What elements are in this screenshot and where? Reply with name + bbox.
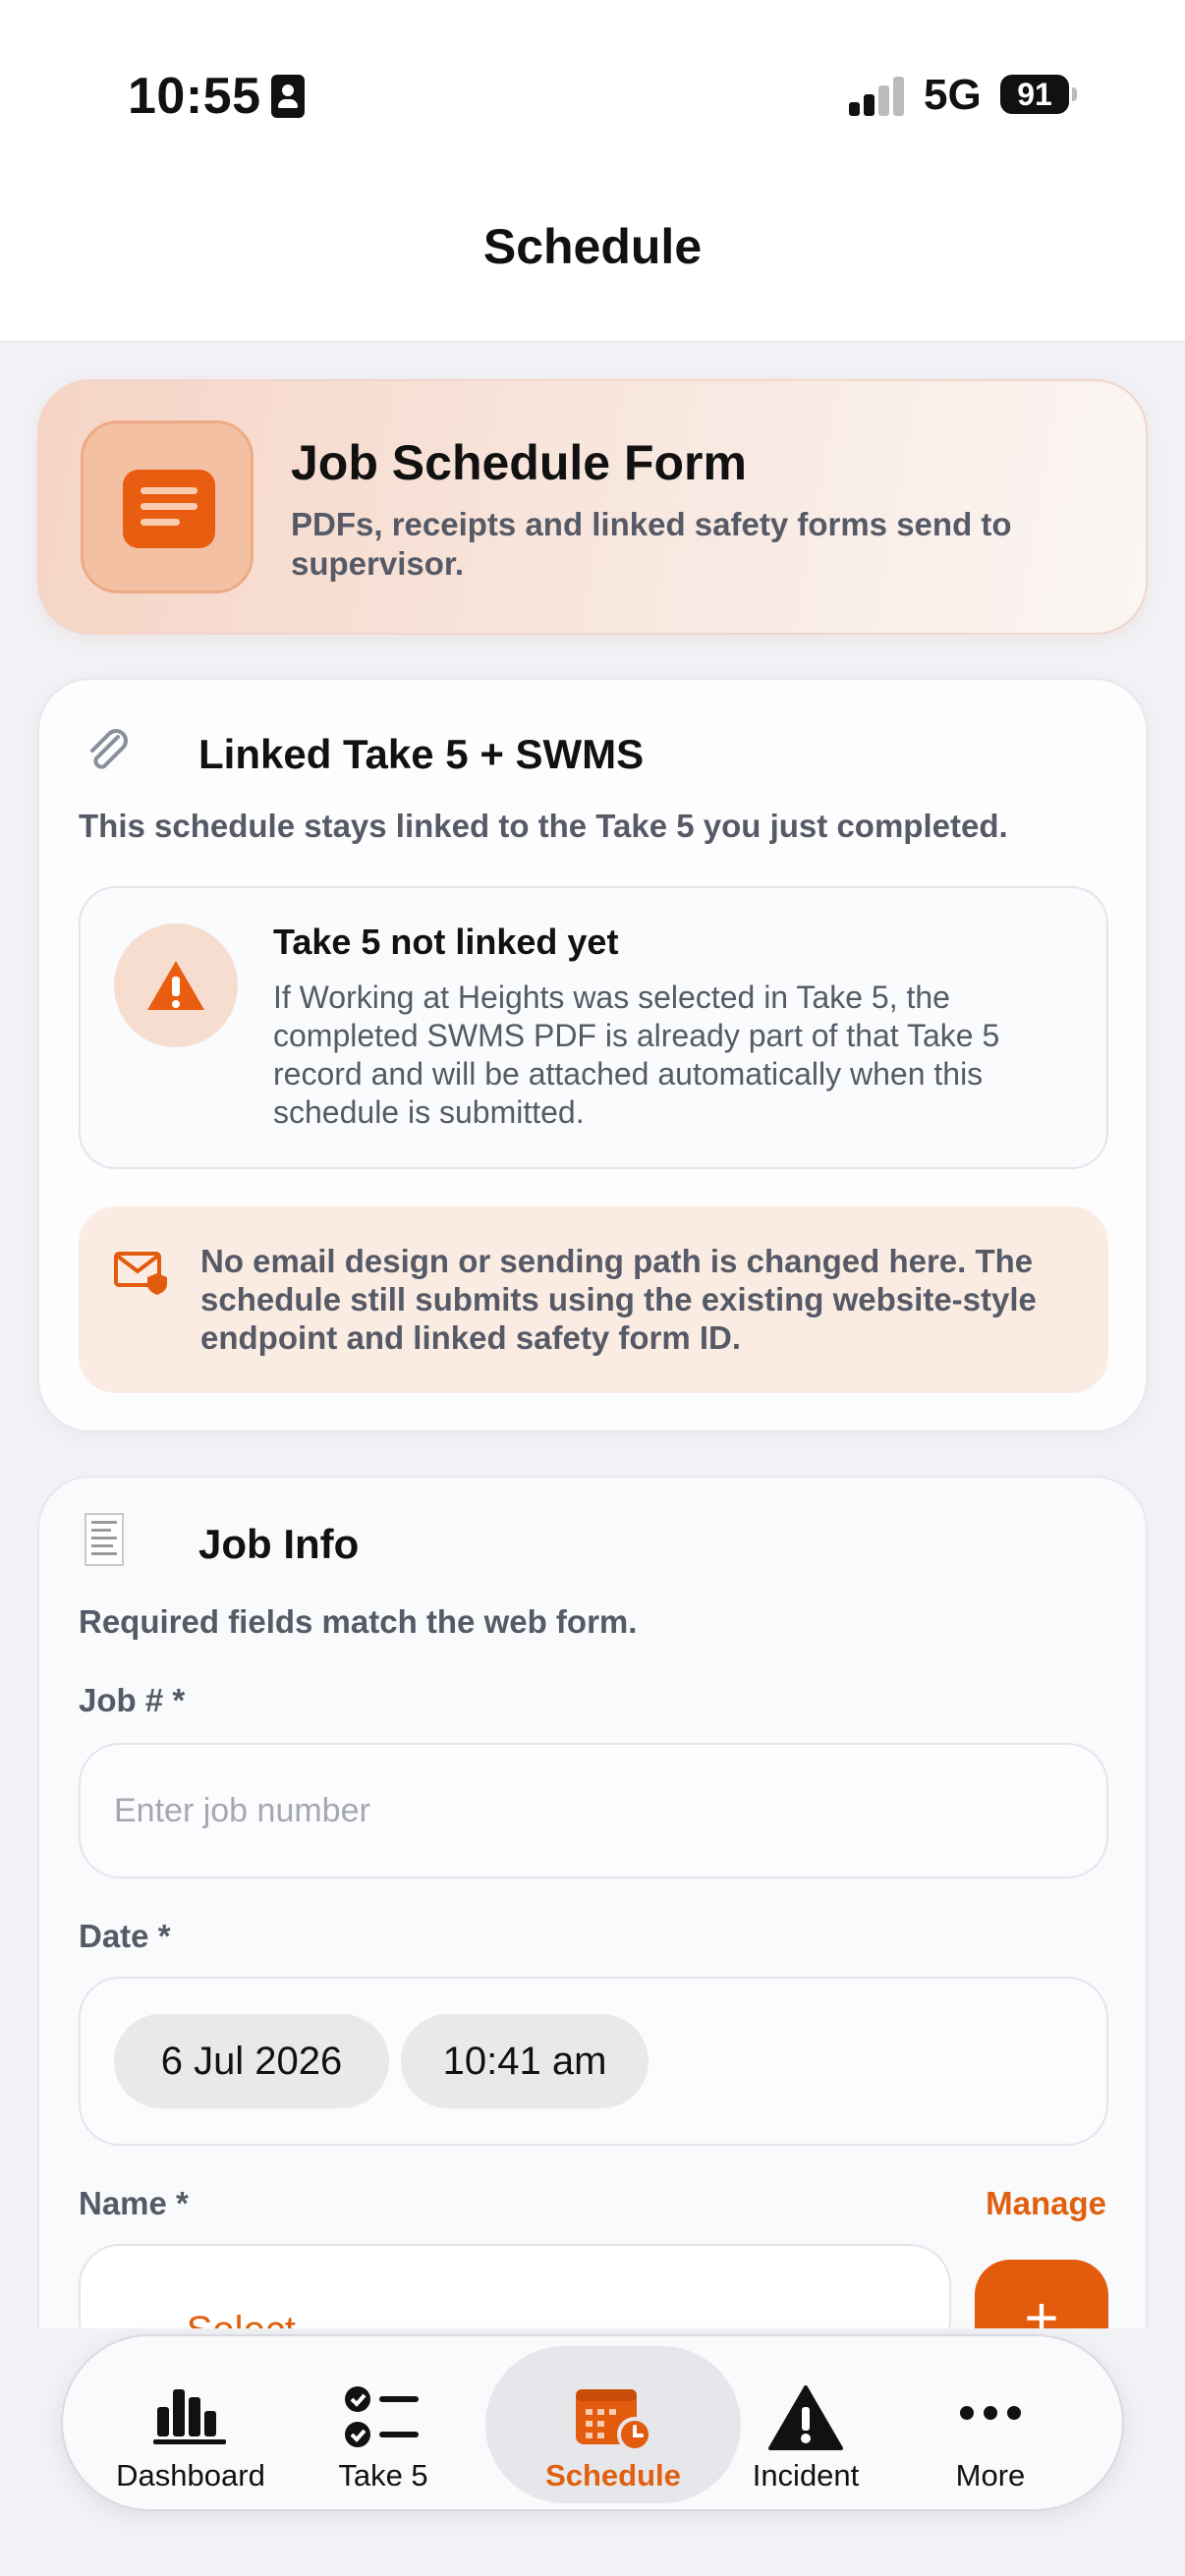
status-time: 10:55 (128, 68, 261, 125)
email-info-box: No email design or sending path is chang… (79, 1206, 1108, 1393)
hero-icon-box (81, 420, 254, 593)
warning-badge (114, 924, 238, 1047)
battery-tip (1072, 87, 1077, 101)
linked-section-title: Linked Take 5 + SWMS (198, 731, 645, 777)
document-icon (123, 470, 215, 548)
receipt-icon (85, 1513, 124, 1566)
network-type: 5G (924, 71, 982, 119)
manage-link[interactable]: Manage (986, 2185, 1106, 2222)
nav-header: Schedule (0, 187, 1185, 342)
date-field: 6 Jul 2026 10:41 am (79, 1977, 1108, 2146)
tab-more[interactable]: More (892, 2346, 1089, 2503)
job-number-input[interactable] (114, 1745, 1057, 1876)
job-number-label: Job # * (79, 1682, 186, 1718)
battery-icon: 91 (1000, 75, 1069, 114)
tab-incident[interactable]: Incident (707, 2346, 904, 2503)
checklist-icon (345, 2386, 419, 2447)
notice-body: If Working at Heights was selected in Ta… (273, 980, 1000, 1130)
job-info-description: Required fields match the web form. (79, 1603, 638, 1640)
more-icon (960, 2406, 1021, 2420)
tab-label: Take 5 (338, 2458, 428, 2492)
tab-dashboard[interactable]: Dashboard (92, 2346, 289, 2503)
job-info-title: Job Info (198, 1521, 360, 1567)
paperclip-icon (90, 729, 128, 769)
warning-icon-mark (172, 977, 180, 996)
job-number-field[interactable] (79, 1743, 1108, 1878)
tab-label: More (955, 2458, 1026, 2492)
time-picker[interactable]: 10:41 am (401, 2014, 649, 2108)
hero-subtitle: PDFs, receipts and linked safety forms s… (291, 506, 1012, 582)
job-schedule-hero-card: Job Schedule Form PDFs, receipts and lin… (37, 379, 1148, 635)
notice-title: Take 5 not linked yet (273, 922, 619, 962)
warning-icon-dot (172, 1000, 180, 1008)
tab-label: Incident (752, 2458, 860, 2492)
tab-label: Dashboard (116, 2458, 265, 2492)
tab-bar: Dashboard Take 5 Schedule Incident More (61, 2334, 1124, 2511)
bar-chart-icon (153, 2389, 226, 2444)
tab-take5[interactable]: Take 5 (285, 2346, 481, 2503)
status-bar: 10:55 5G 91 (0, 0, 1185, 187)
warning-icon (768, 2385, 843, 2450)
signal-icon (849, 77, 906, 116)
calendar-clock-icon (576, 2389, 652, 2452)
contact-card-icon (271, 75, 305, 118)
tab-schedule[interactable]: Schedule (485, 2346, 741, 2503)
take5-not-linked-notice: Take 5 not linked yet If Working at Heig… (79, 886, 1108, 1169)
name-label: Name * (79, 2185, 189, 2221)
date-picker[interactable]: 6 Jul 2026 (114, 2014, 389, 2108)
page-title: Schedule (482, 219, 703, 274)
linked-description: This schedule stays linked to the Take 5… (79, 808, 1008, 844)
hero-title: Job Schedule Form (291, 435, 747, 490)
linked-take5-card: Linked Take 5 + SWMS This schedule stays… (37, 678, 1148, 1432)
date-label: Date * (79, 1918, 171, 1954)
email-note: No email design or sending path is chang… (200, 1243, 1037, 1356)
tab-label: Schedule (545, 2458, 681, 2492)
mail-shield-icon (114, 1252, 167, 1295)
